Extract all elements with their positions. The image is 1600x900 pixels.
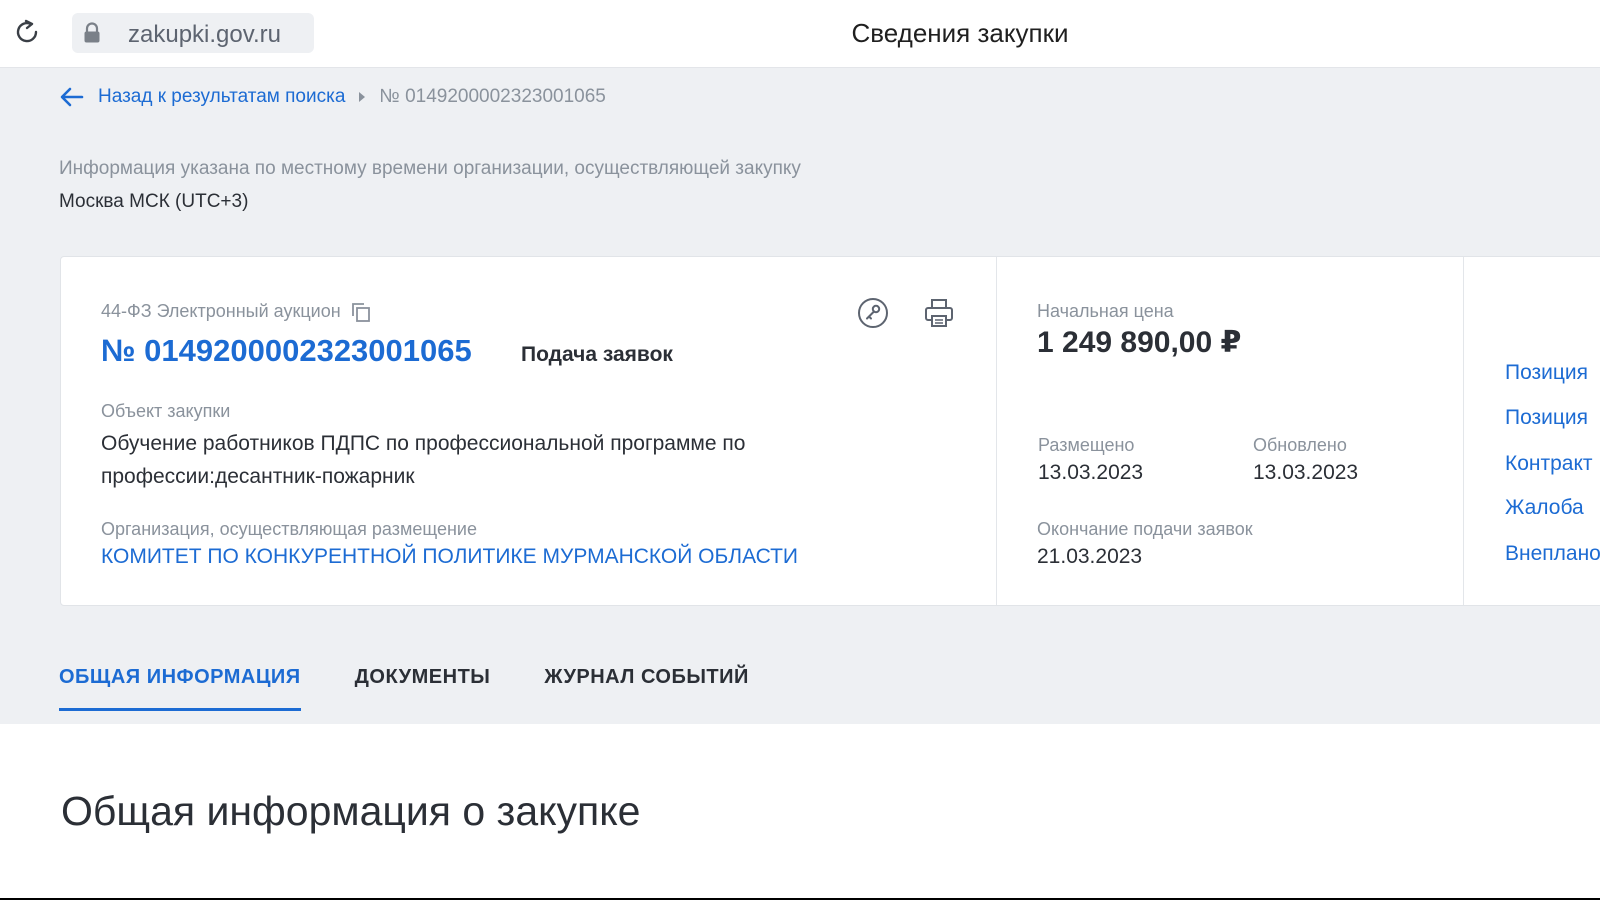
key-icon[interactable]: [857, 297, 889, 329]
back-link-label: Назад к результатам поиска: [98, 86, 346, 107]
section-title: Общая информация о закупке: [61, 788, 641, 834]
timezone-note: Информация указана по местному времени о…: [59, 158, 801, 179]
purchase-main-info: 44-ФЗ Электронный аукцион № 014920000232…: [61, 257, 997, 605]
page-title: Сведения закупки: [851, 18, 1069, 48]
browser-toolbar: zakupki.gov.ru Сведения закупки: [0, 0, 1600, 68]
tab-general-info[interactable]: ОБЩАЯ ИНФОРМАЦИЯ: [59, 662, 301, 714]
tab-event-log[interactable]: ЖУРНАЛ СОБЫТИЙ: [544, 662, 749, 714]
side-link-unscheduled[interactable]: Внеплано: [1505, 542, 1600, 566]
purchase-card: 44-ФЗ Электронный аукцион № 014920000232…: [60, 256, 1600, 606]
deadline-label: Окончание подачи заявок: [1037, 519, 1253, 539]
law-type: 44-ФЗ Электронный аукцион: [101, 301, 341, 321]
deadline-value: 21.03.2023: [1037, 545, 1143, 568]
chevron-right-icon: [359, 92, 366, 102]
breadcrumb: Назад к результатам поиска № 01492000023…: [60, 83, 606, 111]
purchase-price-dates: Начальная цена 1 249 890,00 ₽ Размещено …: [997, 257, 1464, 605]
status-badge: Подача заявок: [521, 343, 673, 366]
object-value: Обучение работников ПДПС по профессионал…: [101, 432, 746, 488]
copy-icon[interactable]: [351, 302, 371, 322]
breadcrumb-current: № 0149200002323001065: [379, 86, 606, 107]
tab-bar: ОБЩАЯ ИНФОРМАЦИЯ ДОКУМЕНТЫ ЖУРНАЛ СОБЫТИ…: [59, 662, 803, 714]
side-link-position-1[interactable]: Позиция: [1505, 361, 1588, 385]
tab-documents[interactable]: ДОКУМЕНТЫ: [355, 662, 491, 714]
posted-label: Размещено: [1038, 435, 1135, 455]
side-link-contract[interactable]: Контракт: [1505, 452, 1593, 476]
updated-label: Обновлено: [1253, 435, 1347, 455]
side-link-complaint[interactable]: Жалоба: [1505, 496, 1584, 520]
print-icon[interactable]: [923, 297, 955, 329]
object-label: Объект закупки: [101, 401, 231, 421]
price-label: Начальная цена: [1037, 301, 1174, 321]
side-link-position-2[interactable]: Позиция: [1505, 406, 1588, 430]
browser-window: zakupki.gov.ru Сведения закупки Назад к …: [0, 0, 1600, 898]
back-arrow-icon: [60, 87, 84, 107]
organization-link[interactable]: КОМИТЕТ ПО КОНКУРЕНТНОЙ ПОЛИТИКЕ МУРМАНС…: [101, 545, 798, 569]
posted-value: 13.03.2023: [1038, 461, 1144, 484]
back-to-results-link[interactable]: Назад к результатам поиска: [60, 86, 345, 108]
related-links: Позиция Позиция Контракт Жалоба Внеплано: [1464, 257, 1600, 605]
updated-value: 13.03.2023: [1253, 461, 1359, 484]
purchase-number-link[interactable]: № 0149200002323001065: [101, 333, 472, 369]
timezone-value: Москва МСК (UTC+3): [59, 191, 249, 212]
organization-label: Организация, осуществляющая размещение: [101, 519, 477, 539]
price-value: 1 249 890,00 ₽: [1037, 326, 1242, 359]
content-header-area: Назад к результатам поиска № 01492000023…: [0, 68, 1600, 724]
law-type-row: 44-ФЗ Электронный аукцион: [101, 301, 371, 322]
